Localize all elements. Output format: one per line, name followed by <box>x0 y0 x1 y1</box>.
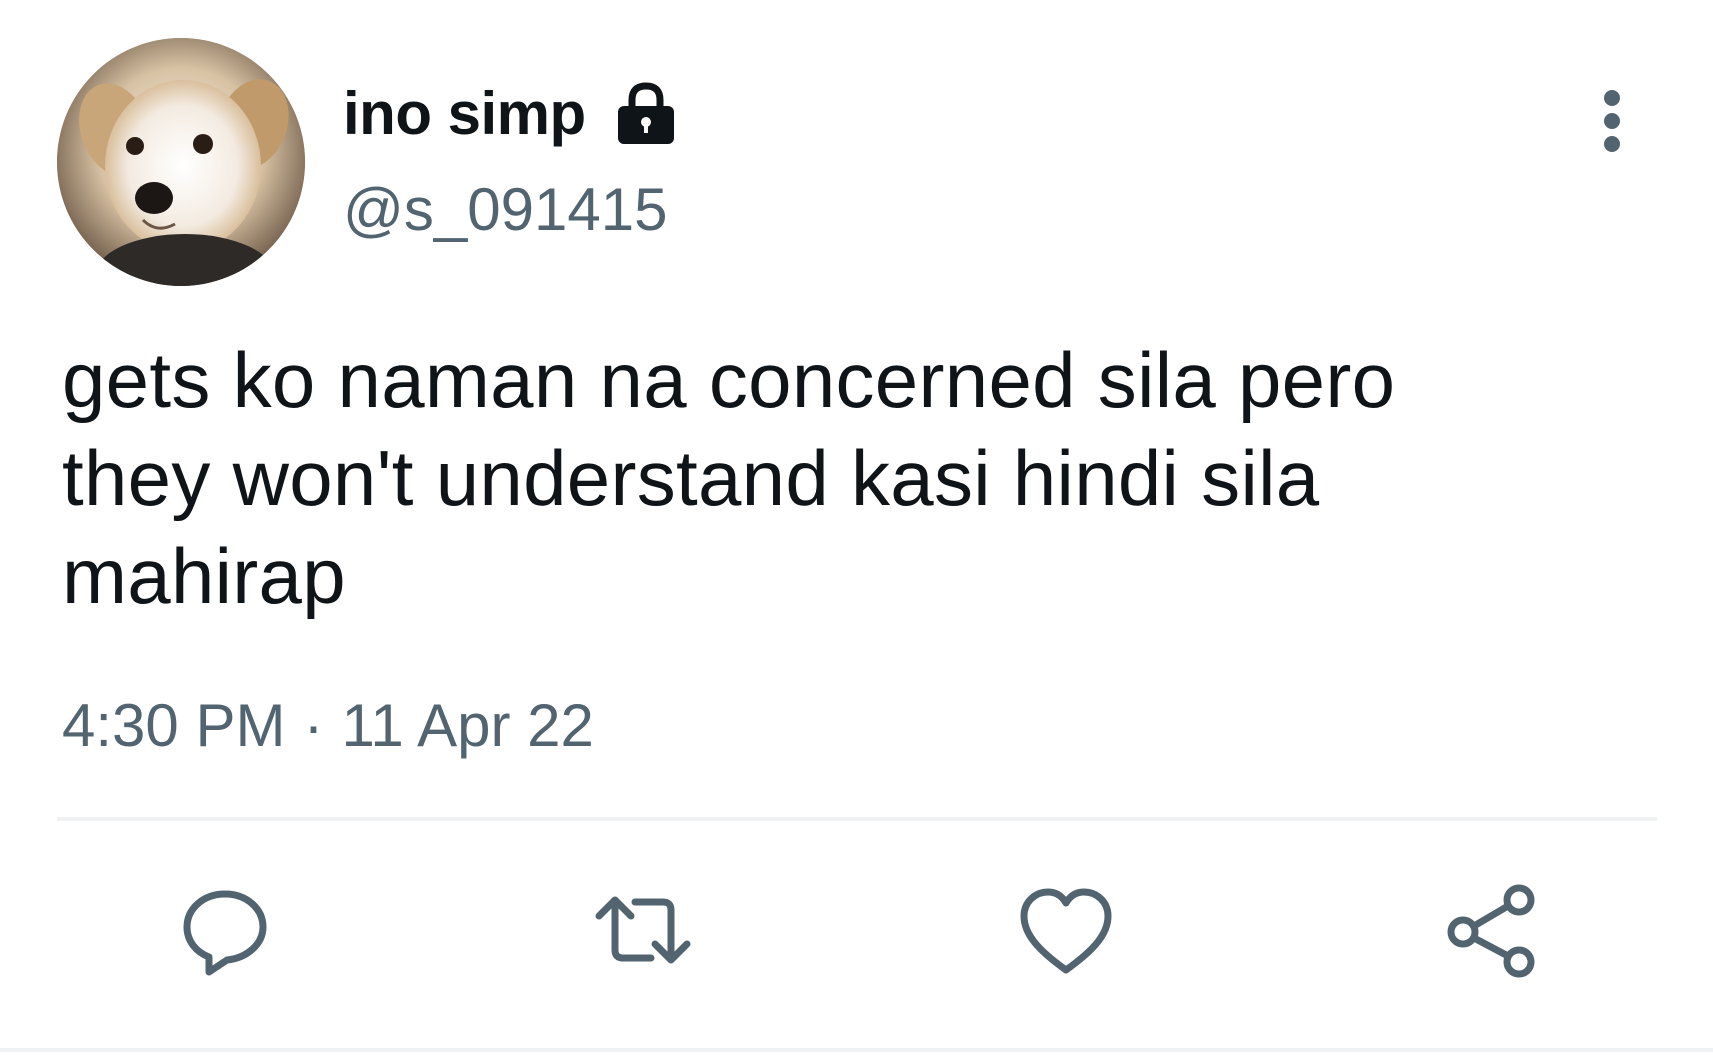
dog-avatar-image <box>57 38 305 286</box>
retweet-button[interactable] <box>593 880 693 980</box>
tweet-date: 11 Apr 22 <box>341 692 594 759</box>
tweet-text: gets ko naman na concerned sila pero the… <box>62 331 1602 625</box>
lock-icon <box>612 80 680 148</box>
user-handle[interactable]: @s_091415 <box>343 174 668 246</box>
share-icon <box>1447 884 1535 978</box>
reply-icon <box>183 890 267 976</box>
bottom-divider <box>0 1048 1713 1052</box>
divider <box>57 817 1657 821</box>
more-vertical-icon <box>1604 90 1620 152</box>
timestamp-separator: · <box>303 692 324 759</box>
action-bar <box>0 880 1713 1000</box>
more-options-button[interactable] <box>1588 86 1636 156</box>
tweet-text-line: gets ko naman na concerned sila pero <box>62 336 1396 424</box>
tweet-text-line: they won't understand kasi hindi sila <box>62 434 1320 522</box>
tweet-card: ino simp @s_091415 gets ko naman na conc… <box>0 0 1713 1056</box>
display-name-row: ino simp <box>343 78 680 150</box>
share-button[interactable] <box>1441 880 1541 980</box>
display-name[interactable]: ino simp <box>343 78 586 150</box>
tweet-timestamp[interactable]: 4:30 PM · 11 Apr 22 <box>62 690 594 762</box>
tweet-text-line: mahirap <box>62 532 346 620</box>
retweet-icon <box>595 896 691 964</box>
heart-icon <box>1020 888 1112 974</box>
avatar[interactable] <box>57 38 305 286</box>
tweet-time: 4:30 PM <box>62 692 286 759</box>
reply-button[interactable] <box>175 880 275 980</box>
like-button[interactable] <box>1016 880 1116 980</box>
